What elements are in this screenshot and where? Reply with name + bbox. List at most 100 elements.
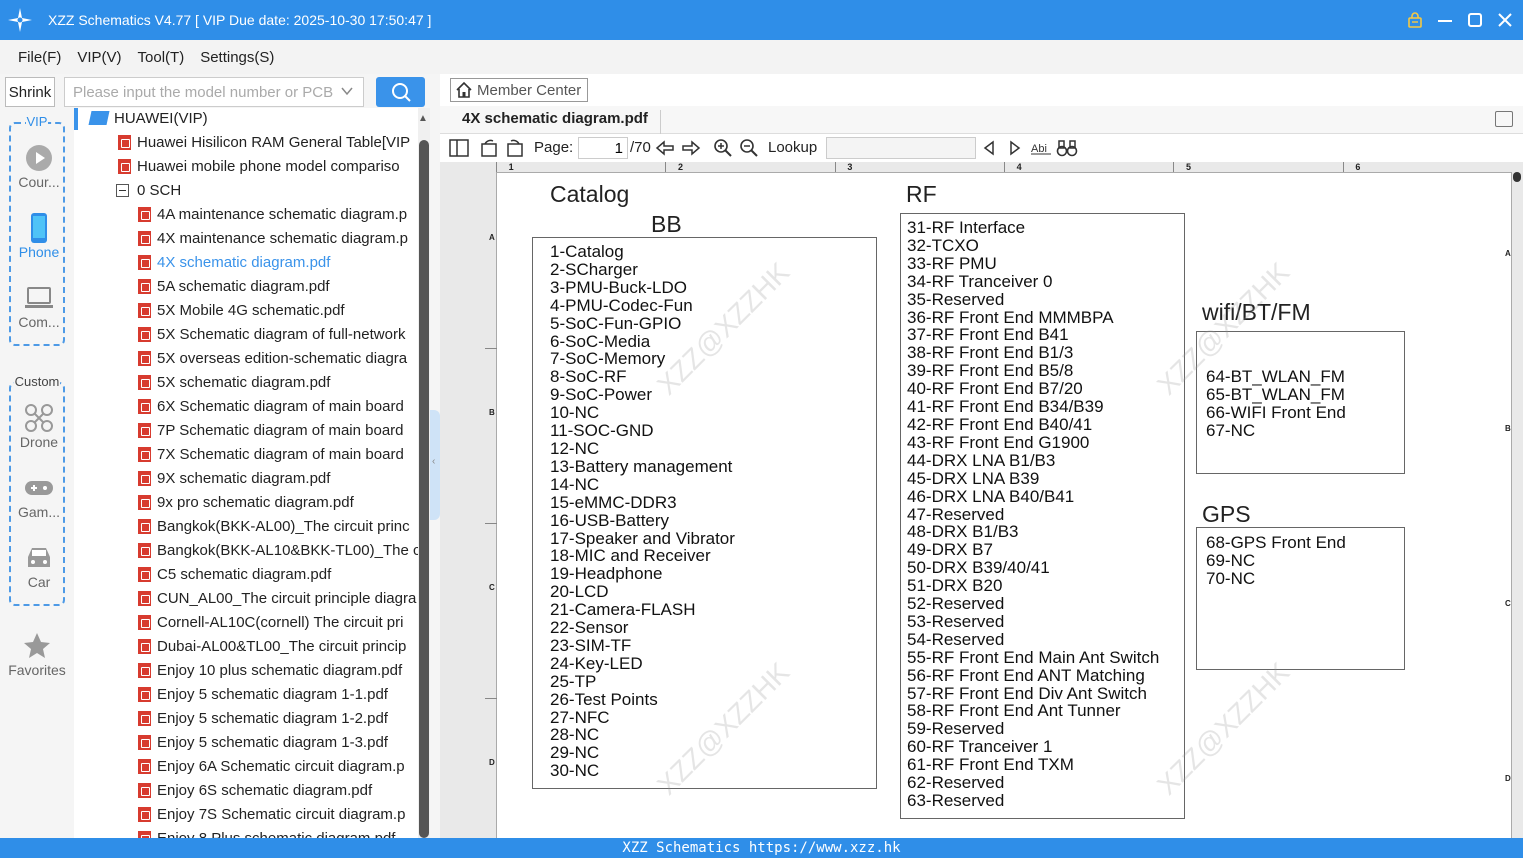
wifi-list: 64-BT_WLAN_FM 65-BT_WLAN_FM 66-WIFI Front … — [1206, 368, 1346, 440]
tree-file[interactable]: Enjoy 10 plus schematic diagram.pdf — [138, 658, 402, 682]
tree-root[interactable]: HUAWEI(VIP) — [88, 108, 208, 130]
panel-splitter[interactable]: ‹ — [430, 410, 440, 520]
tree-folder[interactable]: 0 SCH — [116, 178, 181, 202]
sidebar-toggle-icon[interactable] — [448, 137, 470, 159]
find-prev-icon[interactable] — [978, 137, 1000, 159]
tree-file[interactable]: 5A schematic diagram.pdf — [138, 274, 330, 298]
scroll-up-icon[interactable]: ▲ — [418, 113, 428, 124]
page-label: Page: — [534, 139, 574, 156]
tree-folder-label: 0 SCH — [137, 181, 182, 199]
ruler-row-label: B — [489, 408, 495, 417]
tree-file[interactable]: Enjoy 7S Schematic circuit diagram.p — [138, 802, 405, 826]
document-viewer[interactable]: 123456 Catalog BB RF wifi/BT/FM GPS 1-Ca… — [440, 162, 1523, 838]
menu-tool[interactable]: Tool(T) — [138, 49, 185, 66]
tree-file[interactable]: Enjoy 5 schematic diagram 1-2.pdf — [138, 706, 388, 730]
rail-favorites[interactable]: Favorites — [0, 630, 74, 678]
tree-file[interactable]: Enjoy 8 Plus schematic diagram.pdf — [138, 826, 395, 838]
tree-file[interactable]: 7P Schematic diagram of main board — [138, 418, 404, 442]
tree-file[interactable]: 7X Schematic diagram of main board — [138, 442, 404, 466]
tree-file[interactable]: Enjoy 6A Schematic circuit diagram.p — [138, 754, 405, 778]
sheet-entry: 40-RF Front End B7/20 — [907, 379, 1083, 399]
close-tab-icon[interactable] — [1495, 111, 1513, 127]
tree-file[interactable]: CUN_AL00_The circuit principle diagra — [138, 586, 416, 610]
menu-settings[interactable]: Settings(S) — [200, 49, 274, 66]
next-page-icon[interactable] — [680, 137, 702, 159]
find-next-icon[interactable] — [1004, 137, 1026, 159]
tree-file[interactable]: Huawei mobile phone model compariso — [118, 154, 400, 178]
sheet-entry: 67-NC — [1206, 420, 1256, 440]
collapse-icon[interactable] — [116, 183, 129, 197]
tree-file-label: Bangkok(BKK-AL00)_The circuit princ — [157, 517, 410, 535]
tree-file[interactable]: 4X schematic diagram.pdf — [138, 250, 330, 274]
binoculars-icon[interactable] — [1056, 137, 1078, 159]
sheet-entry: 46-DRX LNA B40/B41 — [907, 486, 1075, 506]
chevron-down-icon[interactable] — [340, 84, 354, 101]
zoom-in-icon[interactable] — [712, 137, 734, 159]
match-case-icon[interactable]: Abi — [1030, 137, 1052, 159]
tree-file[interactable]: 5X schematic diagram.pdf — [138, 370, 330, 394]
tree-file-label: Enjoy 6S schematic diagram.pdf — [157, 781, 373, 799]
rotate-left-icon[interactable] — [478, 137, 500, 159]
lookup-input[interactable] — [826, 137, 976, 159]
tree-file[interactable]: Bangkok(BKK-AL10&BKK-TL00)_The c — [138, 538, 418, 562]
minimize-icon[interactable] — [1437, 12, 1453, 28]
tree-file[interactable]: 9X schematic diagram.pdf — [138, 466, 330, 490]
sheet-entry: 11-SOC-GND — [550, 421, 654, 441]
tab-document[interactable]: 4X schematic diagram.pdf — [450, 110, 661, 134]
prev-page-icon[interactable] — [654, 137, 676, 159]
sheet-entry: 53-Reserved — [907, 611, 1005, 631]
pdf-icon — [138, 302, 151, 318]
sheet-entry: 54-Reserved — [907, 629, 1005, 649]
viewer-scroll-thumb[interactable] — [1513, 172, 1521, 182]
sheet-entry: 60-RF Tranceiver 1 — [907, 737, 1053, 757]
rail-car[interactable]: Car — [11, 542, 67, 590]
tree-file[interactable]: Cornell-AL10C(cornell) The circuit pri — [138, 610, 403, 634]
close-icon[interactable] — [1497, 12, 1513, 28]
sheet-entry: 20-LCD — [550, 582, 609, 602]
member-center-button[interactable]: Member Center — [450, 78, 588, 102]
menu-file[interactable]: File(F) — [18, 49, 61, 66]
viewer-panel: Member Center 4X schematic diagram.pdf P… — [440, 74, 1523, 838]
rail-phone[interactable]: Phone — [11, 212, 67, 260]
tree-file[interactable]: Dubai-AL00&TL00_The circuit princip — [138, 634, 406, 658]
tree-file[interactable]: Enjoy 5 schematic diagram 1-1.pdf — [138, 682, 388, 706]
zoom-out-icon[interactable] — [738, 137, 760, 159]
tree-file[interactable]: 5X Mobile 4G schematic.pdf — [138, 298, 345, 322]
tree-file[interactable]: 9x pro schematic diagram.pdf — [138, 490, 354, 514]
rail-drone[interactable]: Drone — [11, 402, 67, 450]
menu-vip[interactable]: VIP(V) — [77, 49, 121, 66]
rail-computer[interactable]: Com... — [11, 282, 67, 330]
search-button[interactable] — [376, 77, 425, 107]
pdf-icon — [138, 446, 151, 462]
sheet-entry: 44-DRX LNA B1/B3 — [907, 450, 1056, 470]
tree-file[interactable]: 6X Schematic diagram of main board — [138, 394, 404, 418]
tree-file[interactable]: 4X maintenance schematic diagram.p — [138, 226, 408, 250]
rotate-right-icon[interactable] — [504, 137, 526, 159]
sheet-entry: 36-RF Front End MMMBPA — [907, 307, 1114, 327]
sheet-entry: 50-DRX B39/40/41 — [907, 558, 1050, 578]
tree-scroll-thumb[interactable] — [419, 140, 429, 838]
tree-file-label: Cornell-AL10C(cornell) The circuit pri — [157, 613, 404, 631]
rail-game[interactable]: Gam... — [11, 472, 67, 520]
rail-drone-label: Drone — [19, 434, 59, 450]
lock-icon[interactable] — [1407, 12, 1423, 28]
tree-file[interactable]: Enjoy 5 schematic diagram 1-3.pdf — [138, 730, 388, 754]
sheet-entry: 3-PMU-Buck-LDO — [550, 277, 687, 297]
tree-file[interactable]: 5X Schematic diagram of full-network — [138, 322, 405, 346]
page-number-input[interactable] — [578, 137, 628, 159]
pdf-icon — [138, 806, 151, 822]
shrink-button[interactable]: Shrink — [5, 77, 55, 107]
tree-file[interactable]: 5X overseas edition-schematic diagra — [138, 346, 407, 370]
tree-file[interactable]: Bangkok(BKK-AL00)_The circuit princ — [138, 514, 410, 538]
sheet-entry: 19-Headphone — [550, 564, 663, 584]
rail-course[interactable]: Cour... — [11, 142, 67, 190]
tree-file[interactable]: C5 schematic diagram.pdf — [138, 562, 331, 586]
tree-file-label: Dubai-AL00&TL00_The circuit princip — [157, 637, 407, 655]
maximize-icon[interactable] — [1467, 12, 1483, 28]
pdf-icon — [138, 350, 151, 366]
tree-file[interactable]: Enjoy 6S schematic diagram.pdf — [138, 778, 372, 802]
tree-file[interactable]: 4A maintenance schematic diagram.p — [138, 202, 407, 226]
tree-file[interactable]: Huawei Hisilicon RAM General Table[VIP — [118, 130, 410, 154]
viewer-scrollbar[interactable] — [1513, 166, 1521, 826]
search-input[interactable] — [64, 77, 364, 107]
